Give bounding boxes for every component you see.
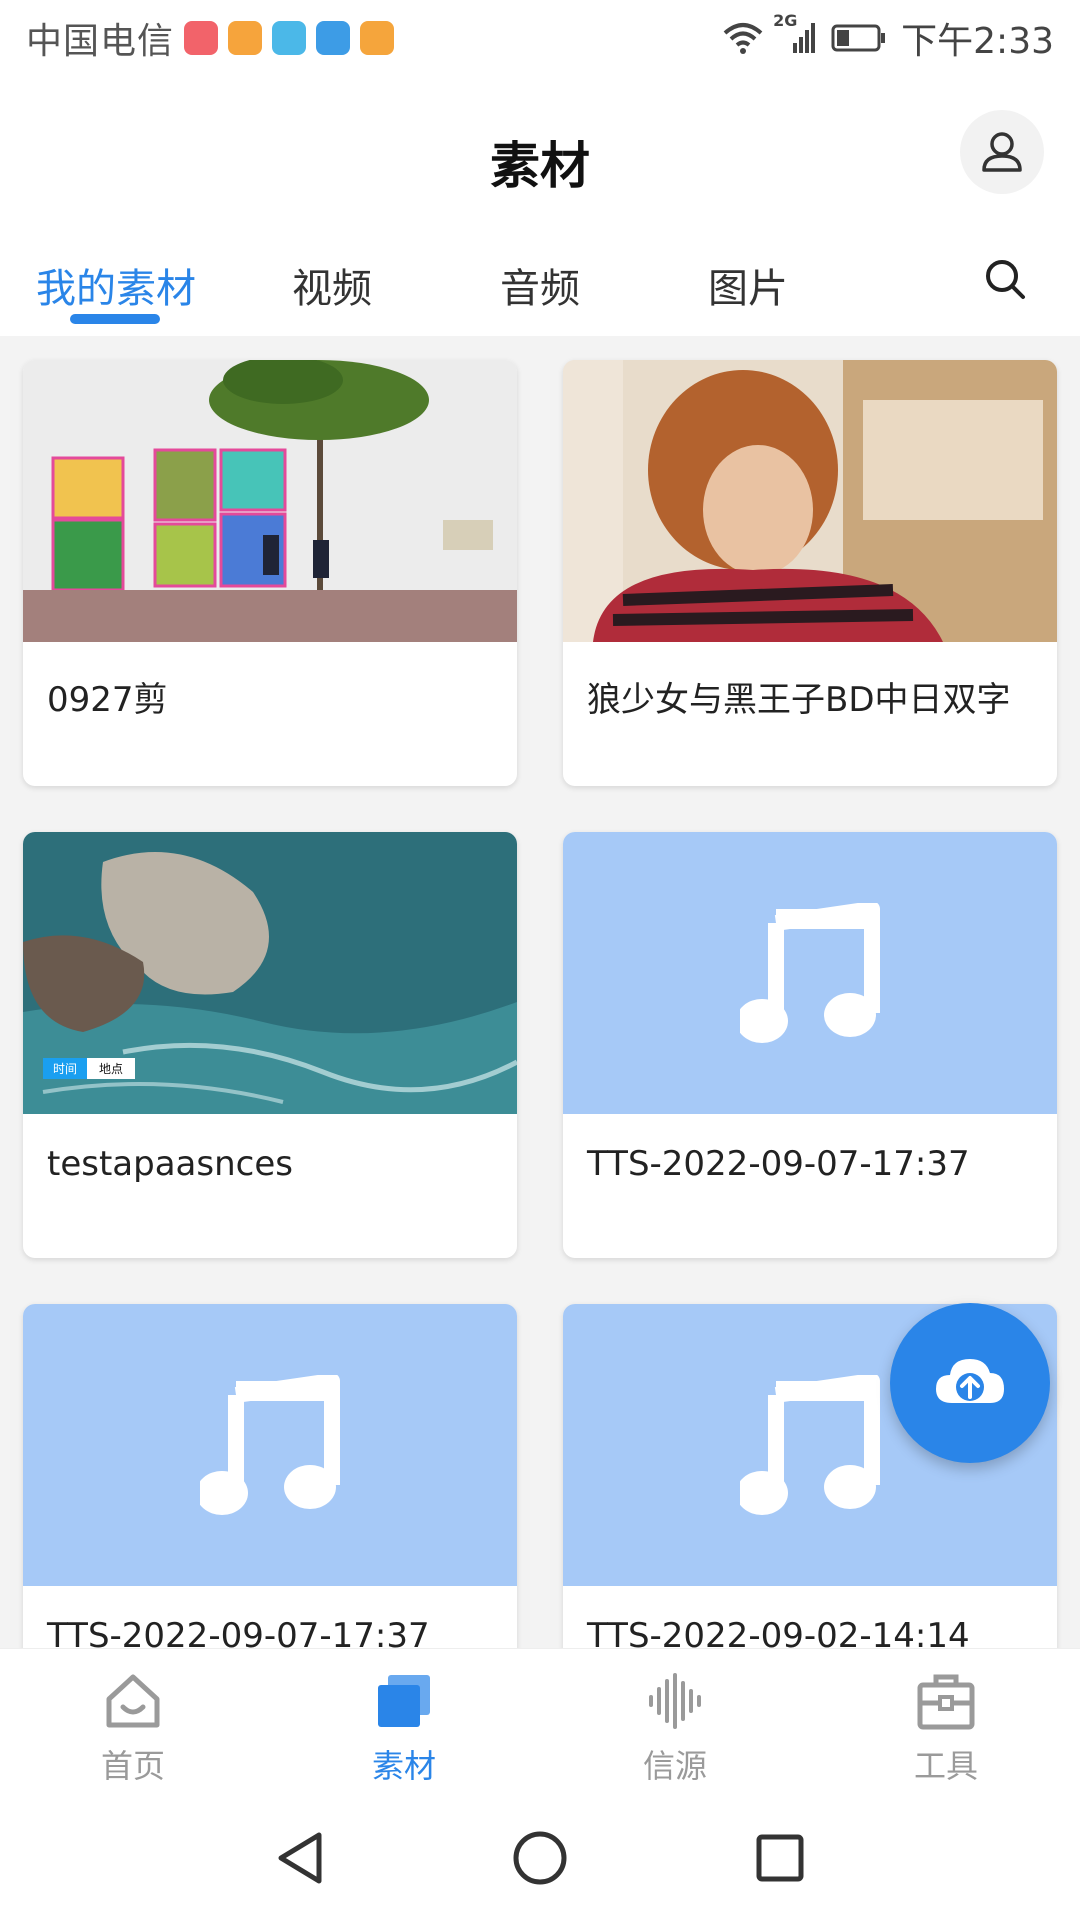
nav-item-tools[interactable]: 工具 [866, 1669, 1026, 1787]
material-card[interactable]: 0927剪 [23, 360, 517, 786]
video-thumbnail [23, 360, 517, 642]
home-system-button[interactable] [508, 1826, 572, 1890]
tab-audio[interactable]: 音频 [500, 256, 580, 314]
active-tab-indicator [70, 314, 160, 324]
reader-app-icon [272, 21, 307, 55]
material-card[interactable]: 时间 地点 testapaasnces [23, 832, 517, 1258]
signal-icon: 2G [773, 11, 817, 55]
video-thumbnail: 时间 地点 [23, 832, 517, 1114]
battery-icon [831, 23, 887, 53]
carrier-name: 中国电信 [26, 21, 175, 62]
nav-label: 工具 [913, 1747, 978, 1785]
music-note-icon [740, 1375, 880, 1515]
materials-grid: 0927剪 狼少女与黑王子BD中日双字 时间 地点 testapaasnces … [0, 336, 1080, 1648]
back-triangle-icon [278, 1832, 322, 1884]
cloud-upload-icon [936, 1359, 1004, 1403]
recent-apps-button[interactable] [748, 1826, 812, 1890]
music-note-icon [200, 1375, 340, 1515]
tab-video[interactable]: 视频 [292, 256, 372, 314]
audio-thumbnail [23, 1304, 517, 1586]
material-title: 狼少女与黑王子BD中日双字 [587, 680, 1011, 720]
location-label: 地点 [87, 1058, 136, 1079]
system-navigation-bar [0, 1798, 1080, 1920]
material-title: testapaasnces [47, 1144, 293, 1184]
recent-square-icon [756, 1834, 804, 1882]
material-card[interactable]: TTS-2022-09-07-17:37 [23, 1304, 517, 1648]
video-app-icon [228, 21, 263, 55]
tab-my-materials[interactable]: 我的素材 [36, 256, 196, 314]
nav-label: 素材 [371, 1747, 436, 1785]
wifi-icon [723, 21, 763, 55]
chat-app-icon [316, 21, 351, 55]
material-card[interactable]: 狼少女与黑王子BD中日双字 [563, 360, 1057, 786]
material-title: TTS-2022-09-07-17:37 [47, 1616, 430, 1648]
huawei-store-icon [184, 21, 219, 55]
back-button[interactable] [268, 1826, 332, 1890]
profile-button[interactable] [960, 110, 1044, 194]
home-icon [106, 1674, 160, 1728]
app-header: 素材 [0, 76, 1080, 226]
user-icon [982, 132, 1022, 172]
nav-label: 信源 [642, 1747, 707, 1785]
clock: 下午2:33 [901, 21, 1054, 62]
material-title: 0927剪 [47, 680, 168, 720]
music-note-icon [740, 903, 880, 1043]
search-icon [986, 260, 1025, 299]
bottom-navigation: 首页 素材 信源 工具 [0, 1648, 1080, 1798]
nav-item-materials[interactable]: 素材 [324, 1669, 484, 1787]
notification-icons [184, 21, 395, 55]
audio-thumbnail [563, 832, 1057, 1114]
search-button[interactable] [980, 254, 1030, 304]
material-card[interactable]: TTS-2022-09-07-17:37 [563, 832, 1057, 1258]
material-title: TTS-2022-09-07-17:37 [587, 1144, 970, 1184]
video-thumbnail [563, 360, 1057, 642]
nav-label: 首页 [100, 1747, 165, 1785]
video-overlay-labels: 时间 地点 [43, 1058, 136, 1079]
upload-button[interactable] [890, 1303, 1050, 1463]
material-title: TTS-2022-09-02-14:14 [587, 1616, 970, 1648]
home-circle-icon [513, 1831, 567, 1885]
tab-image[interactable]: 图片 [708, 256, 788, 314]
nav-item-sources[interactable]: 信源 [595, 1669, 755, 1787]
network-type: 2G [773, 11, 798, 30]
wallet-app-icon [360, 21, 395, 55]
page-title: 素材 [490, 137, 590, 195]
toolbox-icon [917, 1674, 975, 1730]
status-bar: 中国电信 2G 下午2:33 [0, 0, 1080, 76]
category-tabs: 我的素材 视频 音频 图片 [0, 226, 1080, 336]
files-icon [378, 1675, 430, 1727]
nav-item-home[interactable]: 首页 [53, 1669, 213, 1787]
waveform-icon [649, 1673, 701, 1729]
time-label: 时间 [43, 1058, 88, 1079]
